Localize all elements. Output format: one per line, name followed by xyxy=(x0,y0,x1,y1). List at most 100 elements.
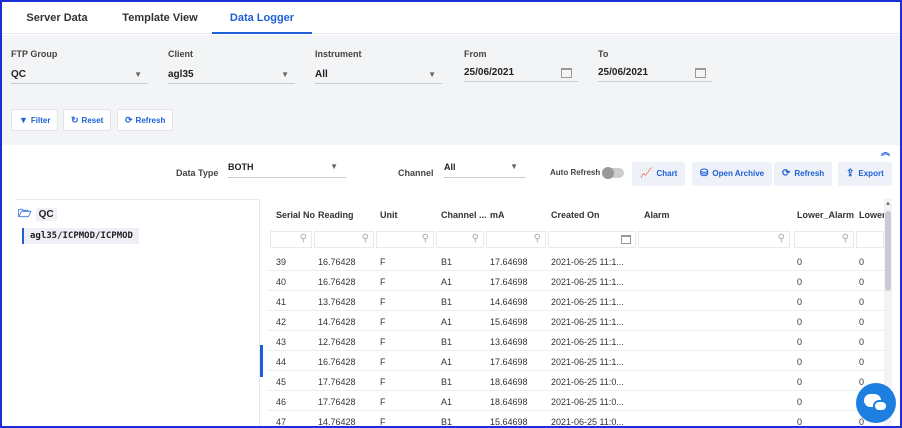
cell-ma: 15.64698 xyxy=(490,417,528,426)
filter-cell-channel[interactable]: ⚲ xyxy=(436,231,484,248)
table-row[interactable]: 41 13.76428 F B1 14.64698 2021-06-25 11:1... 0… xyxy=(268,291,884,311)
table-row[interactable]: 43 12.76428 F B1 13.64698 2021-06-25 11:1... 0… xyxy=(268,331,884,351)
column-header-lower[interactable]: Lower_ xyxy=(859,210,884,220)
chevron-down-icon: ▼ xyxy=(510,162,518,171)
tab-server-data[interactable]: Server Data xyxy=(12,2,102,34)
cell-reading: 16.76428 xyxy=(318,357,356,367)
calendar-icon[interactable] xyxy=(695,68,706,78)
table-row[interactable]: 44 16.76428 F A1 17.64698 2021-06-25 11:1... 0… xyxy=(268,351,884,371)
filter-cell-lower-alarm[interactable]: ⚲ xyxy=(794,231,854,248)
filter-cell-lower[interactable] xyxy=(856,231,884,248)
data-type-select[interactable]: BOTH ▼ xyxy=(228,162,346,178)
cell-lower: 0 xyxy=(859,277,865,287)
filter-cell-unit[interactable]: ⚲ xyxy=(376,231,434,248)
client-value: agl35 xyxy=(168,69,194,80)
column-header-created-on[interactable]: Created On xyxy=(551,210,631,220)
cell-ma: 13.64698 xyxy=(490,337,528,347)
table-row[interactable]: 42 14.76428 F A1 15.64698 2021-06-25 11:1... 0… xyxy=(268,311,884,331)
table-row[interactable]: 40 16.76428 F A1 17.64698 2021-06-25 11:1... 0… xyxy=(268,271,884,291)
cell-lower: 0 xyxy=(859,317,865,327)
tree-item-agl35[interactable]: agl35/ICPMOD/ICPMOD xyxy=(22,228,139,244)
to-date-field[interactable]: 25/06/2021 xyxy=(598,64,712,82)
auto-refresh-label: Auto Refresh xyxy=(550,168,601,177)
cell-ma: 18.64698 xyxy=(490,397,528,407)
cell-serial-no: 40 xyxy=(276,277,287,287)
chat-button[interactable] xyxy=(856,383,896,423)
cell-unit: F xyxy=(380,377,386,387)
cell-reading: 16.76428 xyxy=(318,257,356,267)
cell-lower-alarm: 0 xyxy=(797,397,803,407)
from-date-value: 25/06/2021 xyxy=(464,67,515,78)
export-button[interactable]: ⇪ Export xyxy=(838,162,892,186)
chart-button[interactable]: 📈 Chart xyxy=(632,162,686,186)
table-row[interactable]: 45 17.76428 F B1 18.64698 2021-06-25 11:0... 0… xyxy=(268,371,884,391)
cell-reading: 14.76428 xyxy=(318,417,356,426)
search-icon: ⚲ xyxy=(421,233,429,244)
cell-unit: F xyxy=(380,257,386,267)
resize-handle[interactable] xyxy=(260,345,263,377)
toolbar-refresh-button[interactable]: ⟳ Refresh xyxy=(774,162,833,186)
cell-unit: F xyxy=(380,357,386,367)
cell-reading: 12.76428 xyxy=(318,337,356,347)
data-type-value: BOTH xyxy=(228,162,254,172)
grid-filter-row: ⚲ ⚲ ⚲ ⚲ ⚲ ⚲ ⚲ xyxy=(268,231,892,249)
table-row[interactable]: 47 14.76428 F B1 15.64698 2021-06-25 11:0... 0… xyxy=(268,411,884,426)
chevron-down-icon: ▼ xyxy=(281,70,289,79)
column-header-channel[interactable]: Channel ... xyxy=(441,210,486,220)
cell-serial-no: 46 xyxy=(276,397,287,407)
column-header-lower-alarm[interactable]: Lower_Alarm xyxy=(797,210,855,220)
scroll-up-icon[interactable]: ▲ xyxy=(885,201,891,207)
cell-created-on: 2021-06-25 11:1... xyxy=(551,337,624,347)
filter-cell-created-on[interactable] xyxy=(548,231,636,248)
cell-unit: F xyxy=(380,317,386,327)
channel-select[interactable]: All ▼ xyxy=(444,162,526,178)
cell-lower: 0 xyxy=(859,257,865,267)
instrument-value: All xyxy=(315,69,328,80)
client-select[interactable]: agl35 ▼ xyxy=(168,66,295,84)
column-header-reading[interactable]: Reading xyxy=(318,210,373,220)
collapse-up-icon[interactable]: ︽ xyxy=(881,145,890,158)
tab-data-logger[interactable]: Data Logger xyxy=(212,2,312,34)
cell-created-on: 2021-06-25 11:0... xyxy=(551,417,624,426)
cell-serial-no: 44 xyxy=(276,357,287,367)
filter-cell-alarm[interactable]: ⚲ xyxy=(638,231,790,248)
from-date-field[interactable]: 25/06/2021 xyxy=(464,64,578,82)
filter-icon: ▼ xyxy=(19,115,28,125)
open-archive-button[interactable]: ⛁ Open Archive xyxy=(692,162,773,186)
refresh-button[interactable]: ⟳ Refresh xyxy=(117,109,174,131)
column-header-serial-no[interactable]: Serial No xyxy=(276,210,316,220)
cell-created-on: 2021-06-25 11:1... xyxy=(551,257,624,267)
cell-lower-alarm: 0 xyxy=(797,277,803,287)
cell-serial-no: 47 xyxy=(276,417,287,426)
tree-root-qc[interactable]: 🗁 QC xyxy=(18,205,57,224)
chevron-down-icon: ▼ xyxy=(428,70,436,79)
cell-reading: 17.76428 xyxy=(318,377,356,387)
column-header-alarm[interactable]: Alarm xyxy=(644,210,724,220)
cell-lower: 0 xyxy=(859,297,865,307)
scrollbar-thumb[interactable] xyxy=(885,211,891,291)
filter-button[interactable]: ▼ Filter xyxy=(11,109,59,131)
cell-reading: 13.76428 xyxy=(318,297,356,307)
filter-cell-serial-no[interactable]: ⚲ xyxy=(270,231,312,248)
chevron-down-icon: ▼ xyxy=(330,162,338,171)
column-header-unit[interactable]: Unit xyxy=(380,210,430,220)
cell-lower-alarm: 0 xyxy=(797,417,803,426)
data-grid: Serial No Reading Unit Channel ... mA Cr… xyxy=(268,199,892,426)
filter-cell-ma[interactable]: ⚲ xyxy=(486,231,546,248)
refresh-icon: ⟳ xyxy=(782,168,791,179)
instrument-select[interactable]: All ▼ xyxy=(315,66,442,84)
tab-template-view[interactable]: Template View xyxy=(110,2,210,34)
filter-cell-reading[interactable]: ⚲ xyxy=(314,231,374,248)
table-row[interactable]: 46 17.76428 F A1 18.64698 2021-06-25 11:0... 0… xyxy=(268,391,884,411)
refresh-icon: ⟳ xyxy=(125,115,133,125)
ftp-group-select[interactable]: QC ▼ xyxy=(11,66,148,84)
cell-channel: A1 xyxy=(441,277,453,287)
reset-button[interactable]: ↻ Reset xyxy=(63,109,112,131)
reset-icon: ↻ xyxy=(71,115,79,125)
cell-channel: B1 xyxy=(441,337,453,347)
table-row[interactable]: 39 16.76428 F B1 17.64698 2021-06-25 11:1... 0… xyxy=(268,251,884,271)
auto-refresh-toggle[interactable] xyxy=(602,167,624,179)
column-header-ma[interactable]: mA xyxy=(490,210,540,220)
calendar-icon[interactable] xyxy=(561,68,572,78)
cell-serial-no: 39 xyxy=(276,257,287,267)
